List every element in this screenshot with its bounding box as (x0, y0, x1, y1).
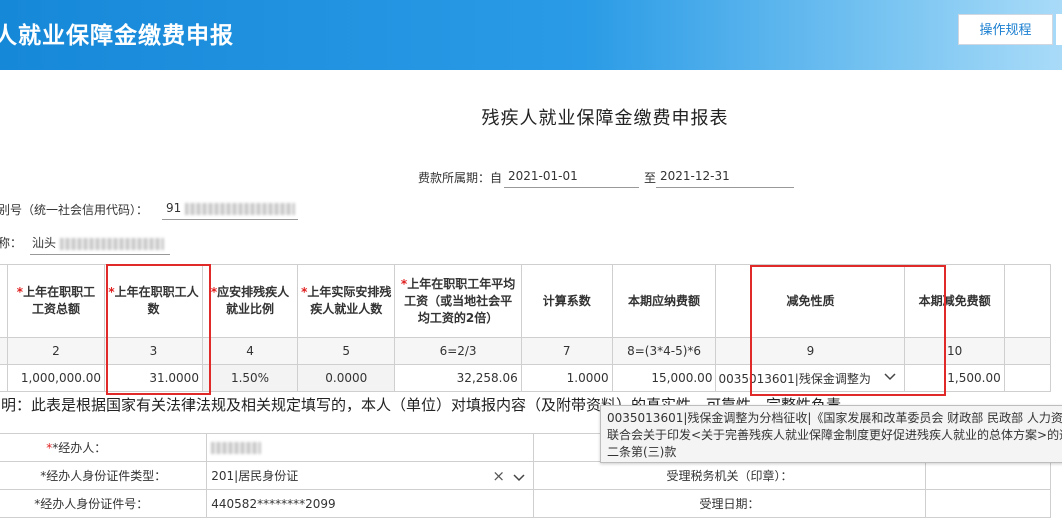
period-start-input[interactable]: 2021-01-01 (504, 165, 639, 188)
number-cell: 5 (297, 337, 396, 365)
tooltip-line: 二条第(三)款 (607, 445, 677, 459)
header-cell: *应安排残疾人就业比例 (201, 264, 299, 338)
number-cell (0, 337, 8, 365)
page-header-title: 人就业保障金缴费申报 (0, 23, 234, 49)
accept-date-label: 受理日期： (532, 489, 926, 518)
id-number-input[interactable]: 440582********2099 (206, 489, 534, 518)
header-cell: 本期应纳费额 (611, 264, 717, 338)
header-cell-overflow (1003, 264, 1052, 338)
disabled-staff-input[interactable]: 0.0000 (297, 364, 396, 392)
number-cell: 8=(3*4-5)*6 (611, 337, 717, 365)
header-cell: *上年在职职工年平均工资（或当地社会平均工资的2倍） (394, 264, 522, 338)
id-type-label: *经办人身份证件类型： (0, 461, 208, 490)
number-cell-overflow (1003, 337, 1052, 365)
header-edge-button[interactable] (1056, 14, 1062, 45)
header-cell: *上年在职职工工资总额 (6, 264, 105, 338)
number-cell: 7 (520, 337, 613, 365)
agent-label: **经办人： (0, 433, 208, 462)
tooltip-line: 0035013601|残保金调整为分档征收|《国家发展和改革委员会 财政部 民政… (607, 411, 1062, 425)
highlight-staff-count (106, 264, 211, 395)
avg-wage-value: 32,258.06 (394, 364, 522, 392)
tax-id-input[interactable]: 91 (162, 197, 298, 220)
period-label: 费款所属期：自 (418, 171, 503, 185)
number-cell: 2 (6, 337, 105, 365)
tooltip-line: 联合会关于印发<关于完善残疾人就业保障金制度更好促进残疾人就业的总体方案>的通 (607, 428, 1062, 442)
ratio-value: 1.50% (201, 364, 299, 392)
coefficient-input[interactable]: 1.0000 (520, 364, 613, 392)
payable-fee-value: 15,000.00 (611, 364, 717, 392)
clear-icon[interactable]: × (492, 467, 505, 485)
period-end-input[interactable]: 2021-12-31 (656, 165, 794, 188)
agent-input[interactable] (206, 433, 534, 462)
id-number-row: *经办人身份证件号： 440582********2099 受理日期： (0, 489, 1052, 518)
value-cell (0, 364, 8, 392)
form-title: 残疾人就业保障金缴费申报表 (481, 108, 729, 129)
agent-redacted (211, 442, 262, 454)
tax-office-value (924, 461, 1052, 490)
tax-id-label: 别号（统一社会信用代码）： (0, 203, 149, 217)
page-header: 人就业保障金缴费申报 操作规程 (0, 0, 1062, 70)
id-type-row: *经办人身份证件类型： 201|居民身份证 × 受理税务机关（印章）： (0, 461, 1052, 490)
id-number-label: *经办人身份证件号： (0, 489, 208, 518)
number-cell: 6=2/3 (394, 337, 522, 365)
operation-procedure-button[interactable]: 操作规程 (958, 14, 1053, 45)
header-cell (0, 264, 8, 338)
accept-date-value (924, 489, 1052, 518)
header-cell: *上年实际安排残疾人就业人数 (297, 264, 396, 338)
value-cell-overflow (1003, 364, 1052, 392)
tax-id-value: 91 (166, 201, 182, 215)
name-redacted (59, 237, 164, 250)
chevron-down-icon[interactable] (513, 471, 525, 485)
period-to-label: 至 (644, 171, 657, 185)
id-type-select[interactable]: 201|居民身份证 × (206, 461, 534, 490)
exemption-tooltip: 0035013601|残保金调整为分档征收|《国家发展和改革委员会 财政部 民政… (600, 405, 1062, 463)
tax-office-label: 受理税务机关（印章）： (532, 461, 926, 490)
header-cell: 计算系数 (520, 264, 613, 338)
highlight-exemption (750, 265, 946, 396)
name-value: 汕头 (32, 236, 57, 250)
tax-id-redacted (185, 202, 296, 215)
name-input[interactable]: 汕头 (30, 232, 170, 255)
number-cell: 4 (201, 337, 299, 365)
wage-total-input[interactable]: 1,000,000.00 (6, 364, 105, 392)
name-label: 称： (0, 236, 23, 250)
id-type-value: 201|居民身份证 (211, 469, 299, 483)
